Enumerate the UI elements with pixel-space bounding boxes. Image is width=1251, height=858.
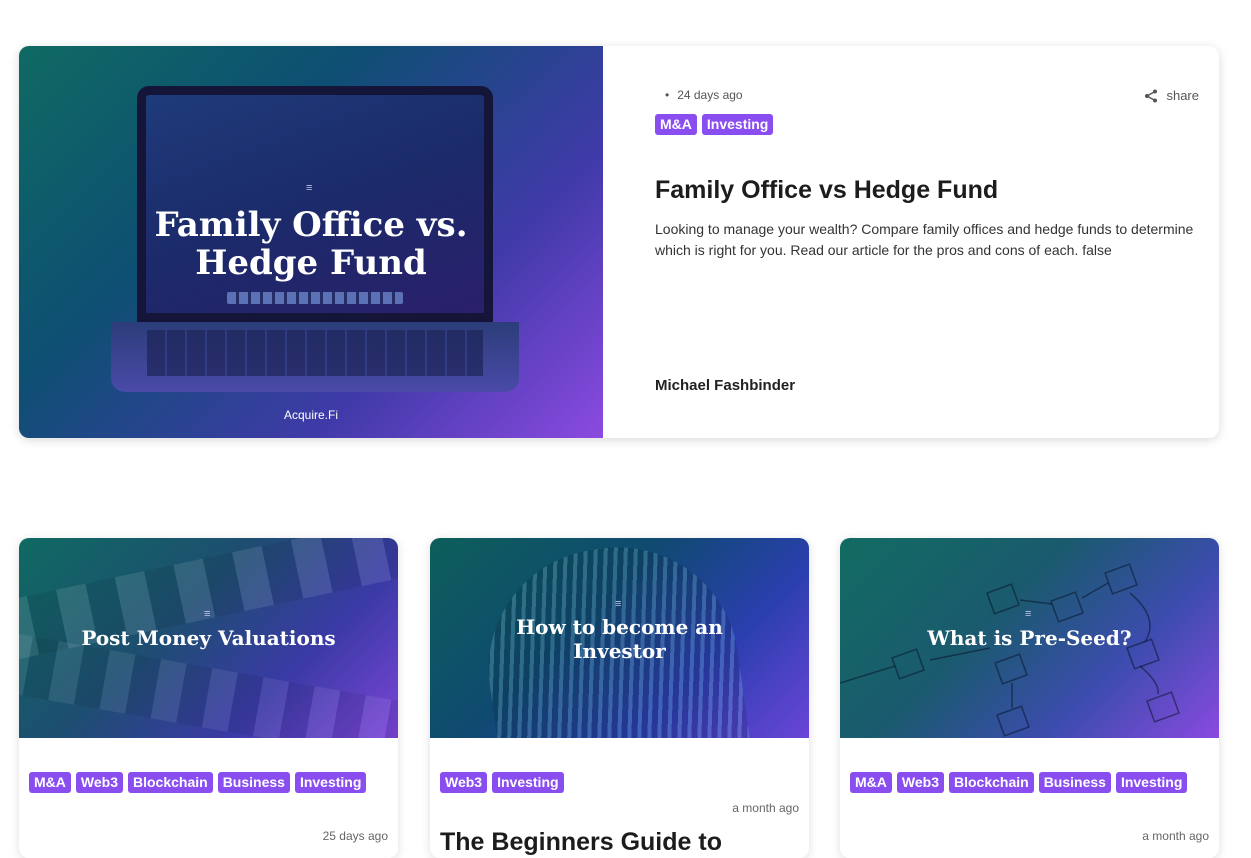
featured-description: Looking to manage your wealth? Compare f…: [655, 221, 1194, 258]
featured-article-card[interactable]: ≡ Family Office vs. Hedge Fund Acquire.F…: [19, 46, 1219, 438]
featured-tags: M&A Investing: [655, 114, 774, 135]
card-tags: M&A Web3 Blockchain Business Investing: [850, 772, 1210, 793]
share-label: share: [1166, 88, 1199, 103]
tag-web3[interactable]: Web3: [896, 772, 944, 793]
tag-ma[interactable]: M&A: [850, 772, 892, 793]
card-title[interactable]: The Beginners Guide to: [440, 828, 722, 857]
brand-logo-text: Acquire.Fi: [283, 408, 339, 422]
featured-image-title: Family Office vs. Hedge Fund: [154, 205, 468, 283]
article-card-image[interactable]: ≡ What is Pre-Seed?: [840, 538, 1219, 738]
tag-web3[interactable]: Web3: [440, 772, 488, 793]
card-tags: M&A Web3 Blockchain Business Investing: [29, 772, 389, 793]
menu-icon: ≡: [1025, 608, 1032, 620]
bullet-icon: •: [665, 88, 670, 102]
featured-author[interactable]: Michael Fashbinder: [655, 377, 795, 394]
tag-blockchain[interactable]: Blockchain: [127, 772, 213, 793]
featured-title[interactable]: Family Office vs Hedge Fund: [655, 176, 998, 205]
card-image-title: What is Pre-Seed?: [927, 626, 1132, 650]
laptop-dock-graphic: [227, 292, 403, 304]
tag-business[interactable]: Business: [217, 772, 290, 793]
menu-icon: ≡: [306, 182, 313, 194]
tag-investing[interactable]: Investing: [492, 772, 564, 793]
card-image-title: How to become an Investor: [516, 615, 723, 663]
laptop-screen-graphic: [137, 86, 493, 322]
featured-date: 24 days ago: [677, 88, 743, 102]
featured-article-image[interactable]: ≡ Family Office vs. Hedge Fund Acquire.F…: [19, 46, 603, 438]
card-date: a month ago: [732, 801, 799, 815]
article-card[interactable]: ≡ Post Money Valuations M&A Web3 Blockch…: [19, 538, 398, 858]
featured-article-body: • 24 days ago share M&A Investing Family …: [603, 46, 1219, 438]
menu-icon: ≡: [615, 598, 622, 610]
menu-icon: ≡: [204, 608, 211, 620]
tag-investing[interactable]: Investing: [1115, 772, 1188, 793]
card-image-title: Post Money Valuations: [81, 626, 336, 650]
laptop-keyboard-graphic: [147, 330, 483, 376]
tag-investing[interactable]: Investing: [294, 772, 367, 793]
tag-ma[interactable]: M&A: [29, 772, 71, 793]
article-card-image[interactable]: ≡ Post Money Valuations: [19, 538, 398, 738]
tag-web3[interactable]: Web3: [75, 772, 123, 793]
share-button[interactable]: share: [1144, 88, 1199, 103]
featured-meta: • 24 days ago: [655, 88, 743, 102]
article-card-image[interactable]: ≡ How to become an Investor: [430, 538, 809, 738]
tag-blockchain[interactable]: Blockchain: [948, 772, 1034, 793]
share-icon: [1145, 89, 1158, 102]
tag-investing[interactable]: Investing: [701, 114, 774, 135]
tag-ma[interactable]: M&A: [655, 114, 697, 135]
tag-business[interactable]: Business: [1038, 772, 1111, 793]
card-tags: Web3 Investing: [440, 772, 800, 793]
article-card[interactable]: ≡ What is Pre-Seed? M&A Web3 Blockchain …: [840, 538, 1219, 858]
article-card[interactable]: ≡ How to become an Investor Web3 Investi…: [430, 538, 809, 858]
